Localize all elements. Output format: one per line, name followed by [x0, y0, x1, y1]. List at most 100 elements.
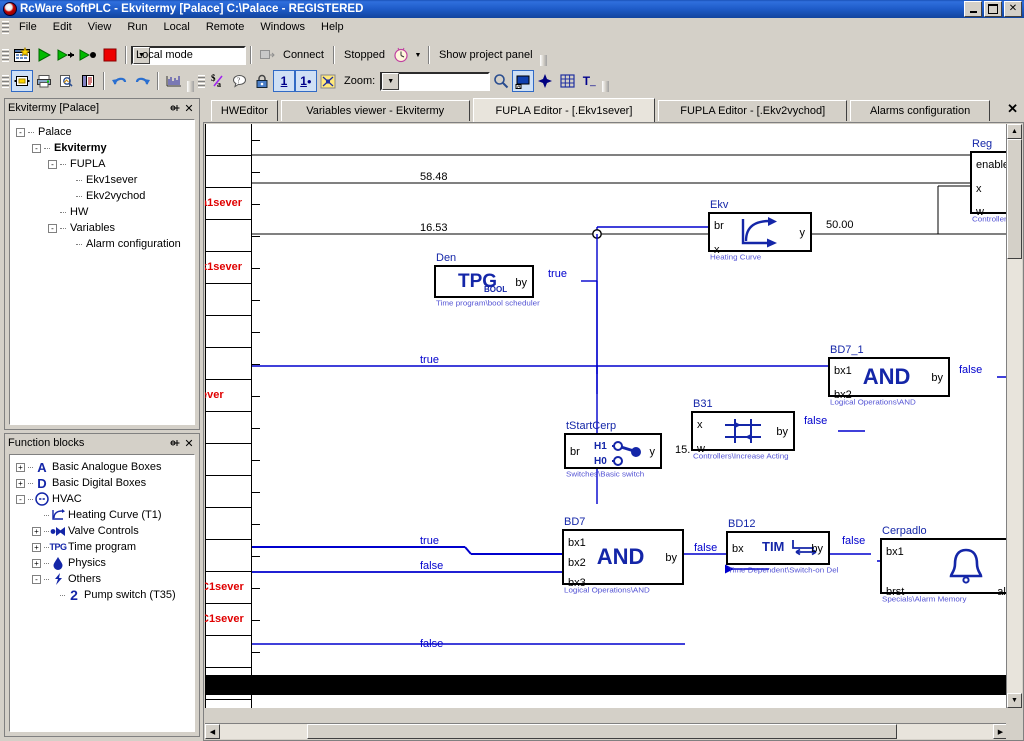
mode-select[interactable]: Local mode ▼ [131, 45, 246, 65]
gutter-cell[interactable] [205, 156, 252, 188]
tree-expander-icon[interactable]: - [16, 127, 25, 137]
project-tree-item[interactable]: - Variables [12, 220, 192, 236]
tree-expander-icon[interactable]: - [32, 143, 41, 153]
tab-close-icon[interactable]: ✕ [1007, 101, 1018, 117]
toolbar-grip-2[interactable] [2, 74, 9, 88]
project-tree-item[interactable]: - Ekvitermy [12, 140, 192, 156]
editor-tab[interactable]: FUPLA Editor - [.Ekv2vychod] [658, 100, 848, 121]
project-tree-item[interactable]: - Palace [12, 124, 192, 140]
trend-icon[interactable] [163, 70, 185, 92]
step-into-icon[interactable] [77, 44, 99, 66]
toolbar-overflow-3[interactable] [600, 70, 612, 92]
menu-item-remote[interactable]: Remote [198, 19, 253, 35]
tree-expander-icon[interactable]: - [32, 574, 41, 584]
canvas-horizontal-scrollbar[interactable]: ◀ ▶ [205, 723, 1008, 739]
gutter-cell[interactable] [205, 316, 252, 348]
block-output-pin[interactable]: by [776, 426, 788, 438]
fupla-block-ekv[interactable]: Ekv br x y Heating Curve [708, 199, 812, 261]
block-input-pin[interactable]: bx2 [568, 557, 586, 569]
block-input-pin[interactable]: x [697, 419, 703, 431]
function-block-tree-item[interactable]: + TPG Time program [12, 539, 192, 555]
toolbar-overflow-2[interactable] [185, 70, 196, 92]
properties-icon[interactable] [11, 70, 33, 92]
block-input-pin[interactable]: bx1 [834, 365, 852, 377]
menu-item-local[interactable]: Local [156, 19, 198, 35]
block-input-pin[interactable]: br [570, 446, 580, 458]
tree-expander-icon[interactable]: + [16, 478, 25, 488]
gutter-cell[interactable] [205, 540, 252, 572]
block-input-pin[interactable]: enable [976, 159, 1008, 171]
gutter-cell[interactable] [205, 348, 252, 380]
block-input-pin[interactable]: br [714, 220, 724, 232]
fupla-block-cerpadlo[interactable]: Cerpadlobx1brstby1bmemalr_statusSpecials… [880, 525, 1008, 603]
function-block-tree-item[interactable]: Heating Curve (T1) [12, 507, 192, 523]
new-project-icon[interactable] [11, 44, 33, 66]
function-block-tree-item[interactable]: 2 Pump switch (T35) [12, 587, 192, 603]
function-block-tree-item[interactable]: + Physics [12, 555, 192, 571]
toolbar-grip-1[interactable] [2, 48, 9, 62]
fit-icon[interactable] [317, 70, 339, 92]
block-output-pin[interactable]: y [800, 227, 806, 239]
block-input-pin[interactable]: bx1 [886, 546, 904, 558]
help-cursor-icon[interactable]: ? [229, 70, 251, 92]
close-button[interactable]: ✕ [1004, 1, 1022, 17]
block-output-pin[interactable]: by [931, 372, 943, 384]
fupla-block-bd7_1[interactable]: BD7_1 AND bx1 bx2 by Logical Operations\AND [828, 344, 950, 406]
magnifier-icon[interactable] [490, 70, 512, 92]
undo-icon[interactable] [109, 70, 131, 92]
show-project-panel-button[interactable]: Show project panel [434, 49, 538, 61]
canvas-vertical-scrollbar[interactable]: ▲ ▼ [1006, 124, 1022, 708]
editor-tab[interactable]: FUPLA Editor - [.Ekv1sever] [472, 98, 656, 122]
lock-icon[interactable] [251, 70, 273, 92]
block-output-pin[interactable]: by [515, 277, 527, 289]
tree-expander-icon[interactable]: - [16, 494, 25, 504]
function-block-tree-item[interactable]: - HVAC [12, 491, 192, 507]
run-icon[interactable] [33, 44, 55, 66]
zoom-chevron-down-icon[interactable]: ▼ [382, 72, 400, 90]
project-tree-item[interactable]: - FUPLA [12, 156, 192, 172]
screen-icon[interactable]: A [512, 70, 535, 92]
stop-icon[interactable] [99, 44, 121, 66]
function-blocks-close-icon[interactable]: ✕ [182, 436, 196, 450]
fupla-block-den[interactable]: Den TPG BOOL by Time program\bool scheduler [434, 252, 540, 307]
function-block-tree-item[interactable]: + D Basic Digital Boxes [12, 475, 192, 491]
redo-icon[interactable] [131, 70, 153, 92]
editor-tab[interactable]: Variables viewer - Ekvitermy [280, 100, 470, 121]
editor-tab[interactable]: HWEditor [211, 100, 278, 121]
menu-item-view[interactable]: View [80, 19, 120, 35]
project-tree-item[interactable]: Ekv2vychod [12, 188, 192, 204]
horizontal-scroll-thumb[interactable] [307, 724, 897, 739]
tree-expander-icon[interactable]: + [32, 526, 41, 536]
tree-expander-icon[interactable]: + [32, 558, 41, 568]
menu-grip[interactable] [2, 20, 9, 34]
minimize-button[interactable] [964, 1, 982, 17]
menu-item-help[interactable]: Help [313, 19, 352, 35]
gutter-cell[interactable] [205, 700, 252, 708]
maximize-button[interactable] [984, 1, 1002, 17]
layer-1-up-icon[interactable]: 1 ● [295, 70, 317, 92]
vertical-scroll-thumb[interactable] [1007, 139, 1022, 259]
step-over-icon[interactable] [55, 44, 77, 66]
project-tree-item[interactable]: Ekv1sever [12, 172, 192, 188]
project-tree-item[interactable]: Alarm configuration [12, 236, 192, 252]
print-preview-icon[interactable] [55, 70, 77, 92]
print-icon[interactable] [33, 70, 55, 92]
zoom-select[interactable]: ▼ [380, 71, 491, 91]
gutter-cell[interactable] [205, 444, 252, 476]
menu-item-windows[interactable]: Windows [252, 19, 313, 35]
tree-expander-icon[interactable]: + [16, 462, 25, 472]
tree-expander-icon[interactable]: - [48, 223, 57, 233]
fupla-block-bd7[interactable]: BD7 AND bx1 bx2 bx3 by Logical Operations\AND [562, 516, 684, 594]
block-input-pin[interactable]: bx1 [568, 537, 586, 549]
tree-expander-icon[interactable]: + [32, 542, 41, 552]
gutter-cell[interactable] [205, 220, 252, 252]
block-input-pin[interactable]: bx [732, 543, 744, 555]
project-panel-close-icon[interactable]: ✕ [182, 101, 196, 115]
menu-item-file[interactable]: File [11, 19, 45, 35]
scroll-down-button[interactable]: ▼ [1007, 693, 1022, 708]
block-output-pin[interactable]: by [665, 552, 677, 564]
clock-dropdown-arrow-icon[interactable]: ▼ [412, 44, 424, 66]
function-block-tree-item[interactable]: + Valve Controls [12, 523, 192, 539]
tree-expander-icon[interactable]: - [48, 159, 57, 169]
gutter-cell[interactable] [205, 476, 252, 508]
